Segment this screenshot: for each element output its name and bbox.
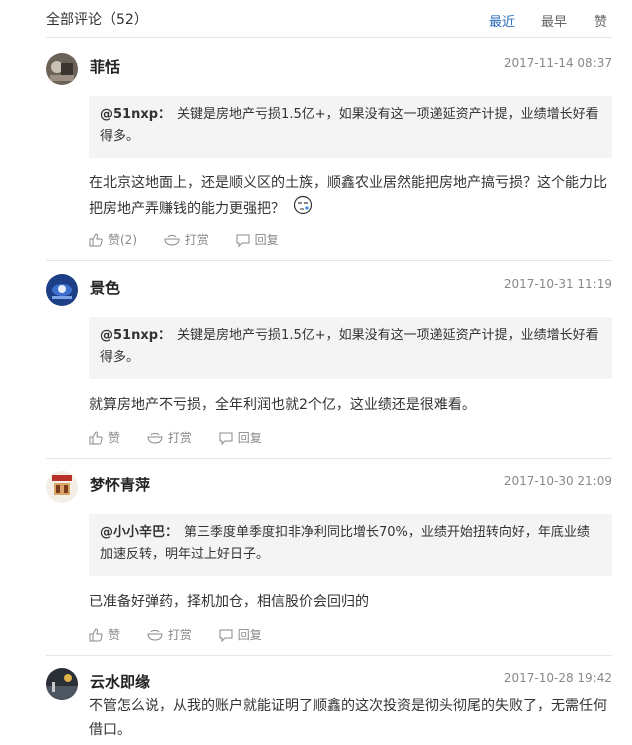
comment-actions: 赞 打赏 回复: [89, 429, 285, 448]
comment-item: 菲恬 2017-11-14 08:37 @51nxp： 关键是房地产亏损1.5亿+…: [46, 53, 612, 253]
comment-text: 就算房地产不亏损，全年利润也就2个亿，这业绩还是很难看。: [89, 397, 476, 413]
like-label: 赞: [108, 628, 121, 642]
comment-body: 在北京这地面上，还是顺义区的土族，顺鑫农业居然能把房地产搞亏损？这个能力比把房地…: [89, 171, 609, 223]
quoted-comment: @51nxp： 关键是房地产亏损1.5亿+，如果没有这一项递延资产计提，业绩增长好…: [89, 96, 612, 158]
comment-body: 已准备好弹药，择机加仓，相信股价会回归的: [89, 590, 609, 614]
reply-bubble-icon: [219, 432, 233, 445]
emoji-icon: [293, 195, 313, 223]
thumbs-up-icon: [89, 430, 103, 444]
comment-text: 已准备好弹药，择机加仓，相信股价会回归的: [89, 594, 369, 610]
sort-likes-tab[interactable]: 赞: [594, 11, 607, 30]
reply-label: 回复: [237, 431, 262, 445]
comment-actions: 赞(2) 打赏 回复: [89, 231, 302, 250]
like-button[interactable]: 赞: [89, 626, 120, 643]
comment-body: 就算房地产不亏损，全年利润也就2个亿，这业绩还是很难看。: [89, 393, 609, 417]
tip-bowl-icon: [164, 234, 180, 246]
thumbs-up-icon: [89, 627, 103, 641]
quote-username[interactable]: @51nxp：: [100, 328, 171, 343]
tip-button[interactable]: 打赏: [147, 429, 192, 446]
reply-button[interactable]: 回复: [219, 626, 262, 643]
comment-time: 2017-11-14 08:37: [503, 56, 612, 70]
tip-label: 打赏: [167, 431, 192, 445]
comment-item: 景色 2017-10-31 11:19 @51nxp： 关键是房地产亏损1.5亿+…: [46, 274, 612, 454]
quote-username[interactable]: @51nxp：: [100, 107, 171, 122]
comment-item: 梦怀青萍 2017-10-30 21:09 @小小辛巴： 第三季度单季度扣非净利同…: [46, 471, 612, 651]
sort-earliest-tab[interactable]: 最早: [541, 11, 567, 30]
avatar[interactable]: [46, 274, 78, 306]
avatar[interactable]: [46, 471, 78, 503]
reply-label: 回复: [254, 233, 279, 247]
tip-bowl-icon: [147, 432, 163, 444]
comment-text: 在北京这地面上，还是顺义区的土族，顺鑫农业居然能把房地产搞亏损？这个能力比把房地…: [89, 175, 607, 217]
sort-latest-tab[interactable]: 最近: [489, 11, 515, 30]
comment-actions: 赞 打赏 回复: [89, 626, 285, 645]
like-button[interactable]: 赞(2): [89, 231, 137, 248]
comments-title: 全部评论（52）: [46, 12, 148, 28]
comment-divider: [46, 260, 612, 261]
tip-button[interactable]: 打赏: [164, 231, 209, 248]
header-divider: [46, 37, 612, 38]
comment-time: 2017-10-28 19:42: [503, 671, 612, 685]
comment-item: 云水即缘 2017-10-28 19:42 不管怎么说，从我的账户就能证明了顺鑫…: [46, 668, 612, 745]
reply-label: 回复: [237, 628, 262, 642]
avatar[interactable]: [46, 668, 78, 700]
quote-text: 关键是房地产亏损1.5亿+，如果没有这一项递延资产计提，业绩增长好看得多。: [100, 328, 599, 365]
like-label: 赞(2): [108, 233, 137, 247]
reply-bubble-icon: [236, 234, 250, 247]
thumbs-up-icon: [89, 232, 103, 246]
comment-divider: [46, 655, 612, 656]
comment-time: 2017-10-31 11:19: [503, 277, 612, 291]
quote-username[interactable]: @小小辛巴：: [100, 525, 178, 540]
like-button[interactable]: 赞: [89, 429, 120, 446]
username[interactable]: 云水即缘: [90, 671, 150, 692]
quote-text: 关键是房地产亏损1.5亿+，如果没有这一项递延资产计提，业绩增长好看得多。: [100, 107, 599, 144]
comments-header: 全部评论（52） 最近 最早 赞: [0, 0, 632, 38]
reply-bubble-icon: [219, 629, 233, 642]
username[interactable]: 景色: [90, 277, 120, 298]
tip-label: 打赏: [184, 233, 209, 247]
comment-divider: [46, 458, 612, 459]
username[interactable]: 菲恬: [90, 56, 120, 77]
reply-button[interactable]: 回复: [219, 429, 262, 446]
tip-bowl-icon: [147, 629, 163, 641]
tip-button[interactable]: 打赏: [147, 626, 192, 643]
username[interactable]: 梦怀青萍: [90, 474, 150, 495]
quoted-comment: @小小辛巴： 第三季度单季度扣非净利同比增长70%，业绩开始扭转向好，年底业绩加速…: [89, 514, 612, 576]
tip-label: 打赏: [167, 628, 192, 642]
comment-text: 不管怎么说，从我的账户就能证明了顺鑫的这次投资是彻头彻尾的失败了，无需任何借口。: [89, 698, 607, 738]
avatar[interactable]: [46, 53, 78, 85]
like-label: 赞: [108, 431, 121, 445]
reply-button[interactable]: 回复: [236, 231, 279, 248]
quoted-comment: @51nxp： 关键是房地产亏损1.5亿+，如果没有这一项递延资产计提，业绩增长好…: [89, 317, 612, 379]
comment-time: 2017-10-30 21:09: [503, 474, 612, 488]
comment-body: 不管怎么说，从我的账户就能证明了顺鑫的这次投资是彻头彻尾的失败了，无需任何借口。: [89, 694, 609, 742]
